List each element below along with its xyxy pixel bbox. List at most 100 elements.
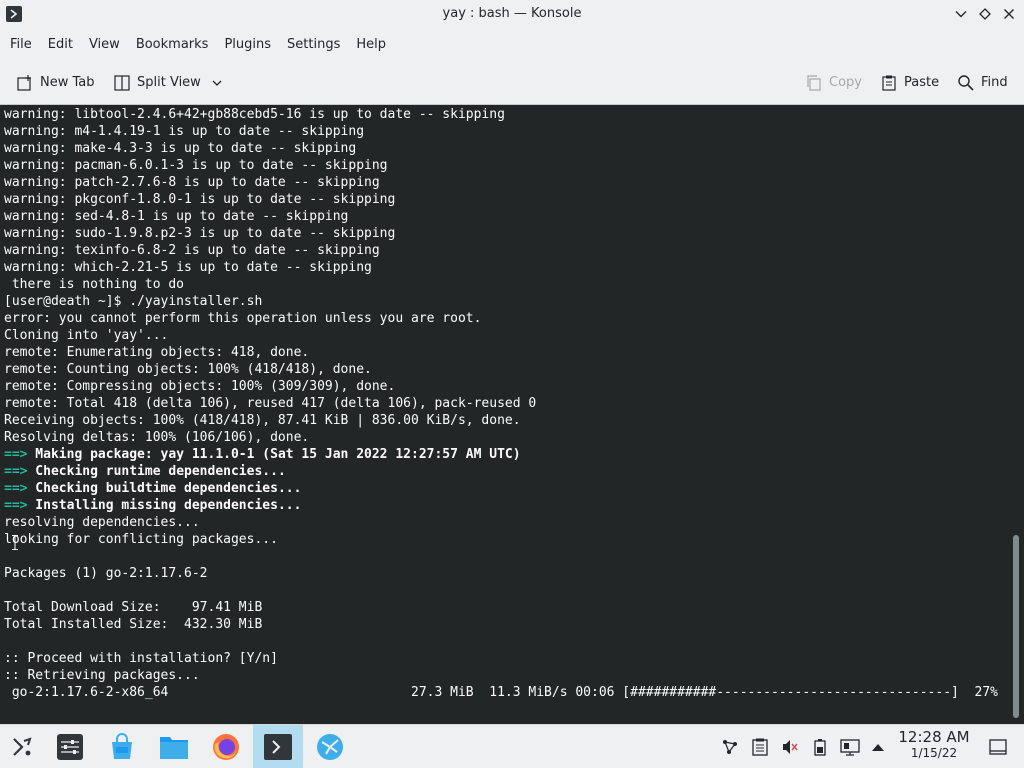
menu-bookmarks[interactable]: Bookmarks — [128, 33, 217, 57]
terminal-line: :: Retrieving packages... — [4, 667, 1004, 684]
terminal-line: warning: pacman-6.0.1-3 is up to date --… — [4, 157, 1004, 174]
line-text: warning: sudo-1.9.8.p2-3 is up to date -… — [4, 226, 396, 241]
search-icon — [958, 74, 974, 91]
line-text: warning: m4-1.4.19-1 is up to date -- sk… — [4, 124, 365, 139]
task-firefox[interactable] — [204, 725, 248, 768]
find-button[interactable]: Find — [957, 69, 1008, 96]
tray-kde-connect[interactable] — [720, 737, 740, 757]
terminal-line: warning: m4-1.4.19-1 is up to date -- sk… — [4, 123, 1004, 140]
terminal-line: ==> Checking buildtime dependencies... — [4, 480, 1004, 497]
split-view-label: Split View — [137, 75, 201, 90]
split-view-button[interactable]: Split View — [113, 69, 229, 96]
menu-plugins[interactable]: Plugins — [216, 33, 279, 57]
globe-icon — [317, 734, 343, 760]
terminal-scrollbar[interactable] — [1008, 105, 1024, 724]
line-text: Checking runtime dependencies... — [27, 464, 286, 479]
show-desktop-button[interactable] — [988, 737, 1008, 757]
text-cursor-icon — [12, 535, 18, 550]
clock-date: 1/15/22 — [910, 746, 958, 760]
tray-volume[interactable] — [780, 737, 800, 757]
terminal-line: remote: Compressing objects: 100% (309/3… — [4, 378, 1004, 395]
terminal-line: warning: libtool-2.4.6+42+gb88cebd5-16 i… — [4, 106, 1004, 123]
maximize-button[interactable] — [976, 5, 994, 23]
line-text: warning: sed-4.8-1 is up to date -- skip… — [4, 209, 349, 224]
arrow-prefix: ==> — [4, 498, 28, 513]
split-view-icon — [114, 74, 130, 91]
tray-clipboard[interactable] — [750, 737, 770, 757]
copy-button[interactable]: Copy — [805, 69, 862, 96]
line-text: there is nothing to do — [4, 277, 185, 292]
terminal-line: warning: which-2.21-5 is up to date -- s… — [4, 259, 1004, 276]
line-text: Making package: yay 11.1.0-1 (Sat 15 Jan… — [27, 447, 521, 462]
diamond-icon — [979, 8, 991, 20]
menu-settings[interactable]: Settings — [279, 33, 348, 57]
digital-clock[interactable]: 12:28 AM 1/15/22 — [896, 728, 972, 760]
konsole-app-icon[interactable] — [6, 6, 22, 22]
menu-edit[interactable]: Edit — [40, 33, 81, 57]
line-text: warning: patch-2.7.6-8 is up to date -- … — [4, 175, 380, 190]
new-tab-label: New Tab — [40, 75, 95, 90]
terminal-line: Total Download Size: 97.41 MiB — [4, 599, 1004, 616]
menu-view[interactable]: View — [81, 33, 128, 57]
line-text: remote: Enumerating objects: 418, done. — [4, 345, 310, 360]
minimize-button[interactable] — [952, 5, 970, 23]
line-text: :: Retrieving packages... — [4, 668, 200, 683]
application-launcher[interactable] — [0, 725, 44, 768]
battery-icon — [814, 739, 826, 756]
paste-label: Paste — [904, 75, 940, 90]
line-text: :: Proceed with installation? [Y/n] — [4, 651, 278, 666]
task-konsole[interactable] — [253, 725, 303, 768]
terminal-line: warning: pkgconf-1.8.0-1 is up to date -… — [4, 191, 1004, 208]
line-text: [user@death ~]$ ./yayinstaller.sh — [4, 294, 263, 309]
task-discover[interactable] — [100, 725, 144, 768]
line-text: Total Download Size: 97.41 MiB — [4, 600, 263, 615]
line-text: Checking buildtime dependencies... — [27, 481, 302, 496]
task-kde-connect[interactable] — [308, 725, 352, 768]
paste-icon — [882, 75, 896, 91]
window-title: yay : bash — Konsole — [442, 6, 582, 21]
line-text: Receiving objects: 100% (418/418), 87.41… — [4, 413, 521, 428]
terminal-line: go-2:1.17.6-2-x86_64 27.3 MiB 11.3 MiB/s… — [4, 684, 1004, 701]
terminal-line: Receiving objects: 100% (418/418), 87.41… — [4, 412, 1004, 429]
terminal-line: resolving dependencies... — [4, 514, 1004, 531]
terminal-line: ==> Installing missing dependencies... — [4, 497, 1004, 514]
close-button[interactable] — [1000, 5, 1018, 23]
menu-file[interactable]: File — [2, 33, 40, 57]
new-tab-button[interactable]: New Tab — [16, 69, 95, 96]
settings-icon — [57, 734, 83, 760]
network-nodes-icon — [723, 740, 737, 754]
terminal-line: remote: Enumerating objects: 418, done. — [4, 344, 1004, 361]
copy-icon — [807, 74, 821, 91]
scrollbar-thumb[interactable] — [1013, 535, 1019, 718]
paste-button[interactable]: Paste — [880, 69, 939, 96]
chevron-down-icon — [955, 11, 967, 18]
toolbar: New Tab Split View Copy Paste Find — [0, 60, 1024, 105]
taskbar: 12:28 AM 1/15/22 — [0, 724, 1024, 768]
task-system-settings[interactable] — [48, 725, 92, 768]
tray-expand[interactable] — [868, 737, 888, 757]
terminal-line: warning: sed-4.8-1 is up to date -- skip… — [4, 208, 1004, 225]
line-text: remote: Compressing objects: 100% (309/3… — [4, 379, 396, 394]
line-text: Resolving deltas: 100% (106/106), done. — [4, 430, 310, 445]
new-tab-icon — [17, 74, 31, 91]
tray-network[interactable] — [840, 737, 860, 757]
line-text: remote: Counting objects: 100% (418/418)… — [4, 362, 372, 377]
task-dolphin[interactable] — [152, 725, 196, 768]
terminal-line: :: Proceed with installation? [Y/n] — [4, 650, 1004, 667]
shopping-bag-icon — [112, 733, 132, 759]
chevron-up-icon — [872, 744, 884, 751]
menu-help[interactable]: Help — [348, 33, 394, 57]
terminal-view[interactable]: warning: libtool-2.4.6+42+gb88cebd5-16 i… — [0, 105, 1024, 724]
line-text: warning: libtool-2.4.6+42+gb88cebd5-16 i… — [4, 107, 505, 122]
line-text: remote: Total 418 (delta 106), reused 41… — [4, 396, 537, 411]
title-bar[interactable]: yay : bash — Konsole — [0, 0, 1024, 29]
kde-launcher-icon — [13, 737, 32, 756]
chevron-down-icon — [212, 80, 222, 86]
terminal-line: remote: Counting objects: 100% (418/418)… — [4, 361, 1004, 378]
terminal-line: [user@death ~]$ ./yayinstaller.sh — [4, 293, 1004, 310]
line-text: go-2:1.17.6-2-x86_64 27.3 MiB 11.3 MiB/s… — [4, 685, 998, 700]
line-text: warning: texinfo-6.8-2 is up to date -- … — [4, 243, 380, 258]
tray-battery[interactable] — [810, 737, 830, 757]
